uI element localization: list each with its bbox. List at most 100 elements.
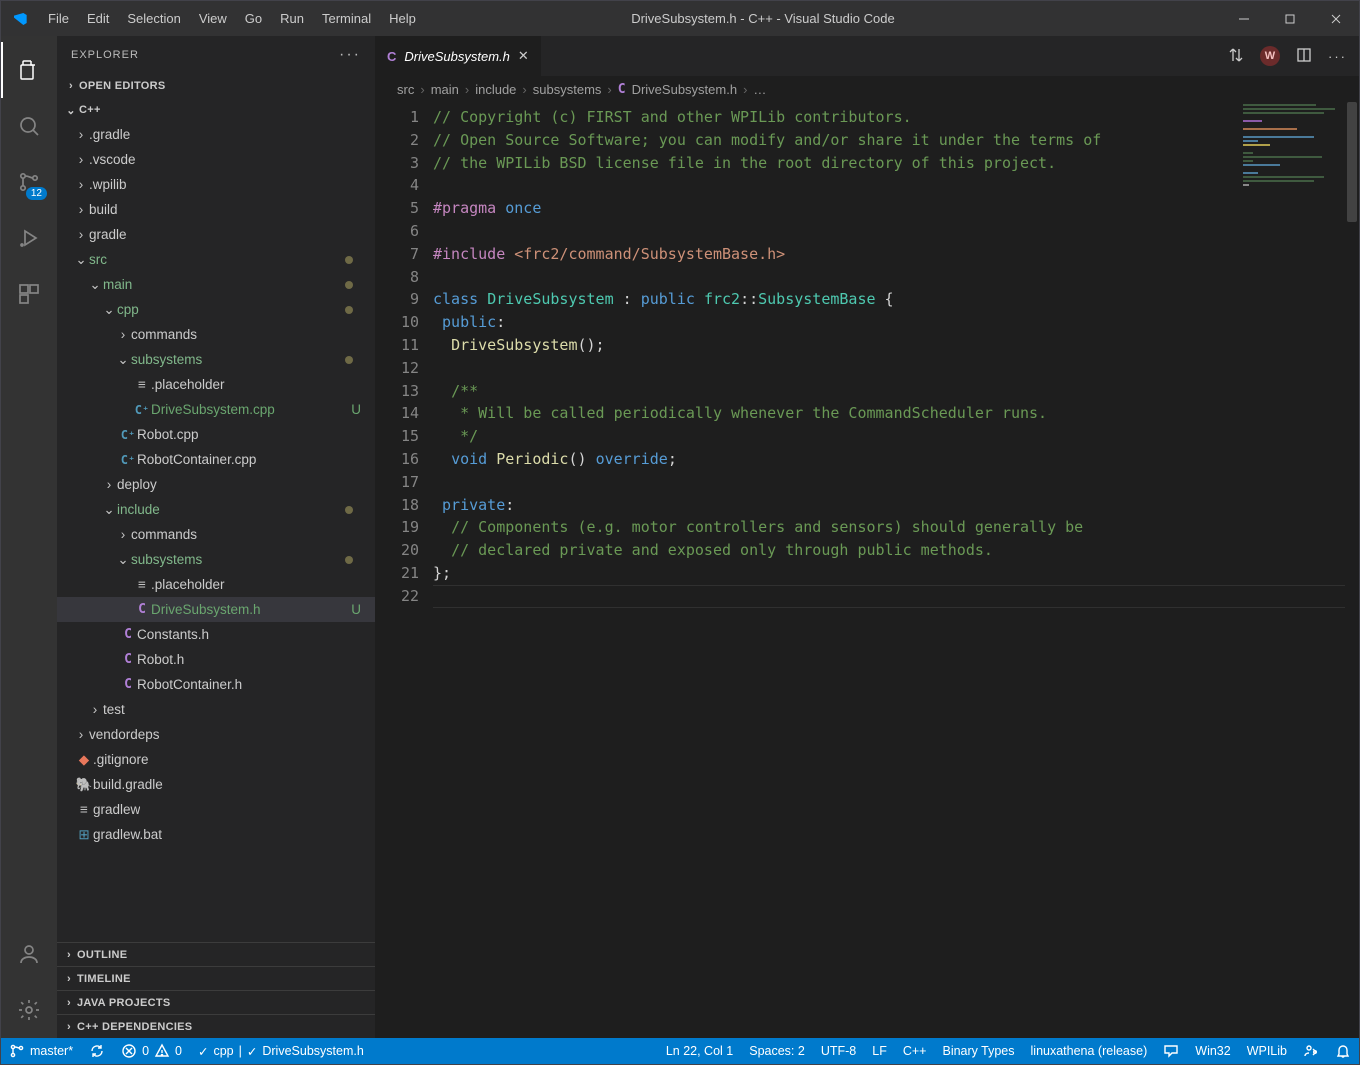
- compare-changes-icon[interactable]: [1228, 47, 1244, 66]
- menu-go[interactable]: Go: [236, 1, 271, 36]
- status-branch[interactable]: master*: [1, 1038, 81, 1064]
- activity-explorer[interactable]: [1, 42, 57, 98]
- status-sync[interactable]: [81, 1038, 113, 1064]
- tree-file-robotcontainer-cpp[interactable]: C⁺RobotContainer.cpp: [57, 447, 375, 472]
- status-eol[interactable]: LF: [864, 1038, 895, 1064]
- breadcrumb-item[interactable]: DriveSubsystem.h: [632, 82, 737, 97]
- tree-folder-vendordeps[interactable]: ›vendordeps: [57, 722, 375, 747]
- c-file-icon: C: [119, 677, 137, 692]
- errors-count: 0: [142, 1044, 149, 1058]
- status-language[interactable]: C++: [895, 1038, 935, 1064]
- tree-file-constants-h[interactable]: CConstants.h: [57, 622, 375, 647]
- explorer-more-icon[interactable]: ···: [339, 46, 361, 64]
- status-platform[interactable]: Win32: [1187, 1038, 1238, 1064]
- status-notifications[interactable]: [1327, 1038, 1359, 1064]
- java-label: JAVA PROJECTS: [77, 997, 171, 1009]
- tree-folder-subsystems[interactable]: ⌄subsystems: [57, 347, 375, 372]
- open-editors-section[interactable]: › OPEN EDITORS: [57, 74, 375, 98]
- status-lncol[interactable]: Ln 22, Col 1: [658, 1038, 741, 1064]
- tree-folder-main[interactable]: ⌄main: [57, 272, 375, 297]
- tree-file-gradlewbat[interactable]: ⊞gradlew.bat: [57, 822, 375, 847]
- menu-edit[interactable]: Edit: [78, 1, 118, 36]
- tree-file-drive-cpp[interactable]: C⁺DriveSubsystem.cppU: [57, 397, 375, 422]
- more-actions-icon[interactable]: ···: [1328, 49, 1347, 64]
- status-problems[interactable]: 0 0: [113, 1038, 190, 1064]
- tab-active[interactable]: C DriveSubsystem.h ✕: [375, 36, 542, 76]
- activity-settings[interactable]: [1, 982, 57, 1038]
- tree-folder-test[interactable]: ›test: [57, 697, 375, 722]
- minimap[interactable]: [1239, 102, 1343, 1038]
- status-wpilib[interactable]: WPILib: [1239, 1038, 1295, 1064]
- tree-label: main: [103, 277, 132, 292]
- tab-filename: DriveSubsystem.h: [404, 49, 509, 64]
- tree-file-buildgradle[interactable]: 🐘build.gradle: [57, 772, 375, 797]
- tree-folder[interactable]: ›gradle: [57, 222, 375, 247]
- menu-help[interactable]: Help: [380, 1, 425, 36]
- tree-label: .gitignore: [93, 752, 149, 767]
- breadcrumb-item[interactable]: src: [397, 82, 414, 97]
- tree-file-robot-h[interactable]: CRobot.h: [57, 647, 375, 672]
- vertical-scrollbar[interactable]: [1345, 102, 1359, 1038]
- activity-accounts[interactable]: [1, 926, 57, 982]
- wpilib-badge-icon[interactable]: W: [1260, 46, 1280, 66]
- breadcrumb-item[interactable]: include: [475, 82, 516, 97]
- project-section[interactable]: ⌄ C++: [57, 98, 375, 122]
- tree-file-placeholder2[interactable]: ≡.placeholder: [57, 572, 375, 597]
- tree-folder-commands2[interactable]: ›commands: [57, 522, 375, 547]
- tree-folder[interactable]: ›.vscode: [57, 147, 375, 172]
- tree-folder-deploy[interactable]: ›deploy: [57, 472, 375, 497]
- breadcrumbs[interactable]: src› main› include› subsystems› C DriveS…: [375, 76, 1359, 102]
- menu-file[interactable]: File: [39, 1, 78, 36]
- close-icon[interactable]: ✕: [518, 48, 529, 64]
- activity-extensions[interactable]: [1, 266, 57, 322]
- menu-run[interactable]: Run: [271, 1, 313, 36]
- tree-folder-src[interactable]: ⌄src: [57, 247, 375, 272]
- tree-folder[interactable]: ›.gradle: [57, 122, 375, 147]
- timeline-section[interactable]: ›TIMELINE: [57, 966, 375, 990]
- tree-folder-cpp[interactable]: ⌄cpp: [57, 297, 375, 322]
- tree-file-gitignore[interactable]: ◆.gitignore: [57, 747, 375, 772]
- status-language-check[interactable]: ✓ cpp | ✓ DriveSubsystem.h: [190, 1038, 372, 1064]
- line-number-gutter: 12345678910111213141516171819202122: [375, 102, 433, 1038]
- close-button[interactable]: [1313, 1, 1359, 36]
- status-live-share[interactable]: [1295, 1038, 1327, 1064]
- tree-file-placeholder[interactable]: ≡.placeholder: [57, 372, 375, 397]
- breadcrumb-item[interactable]: main: [431, 82, 459, 97]
- window-title: DriveSubsystem.h - C++ - Visual Studio C…: [425, 11, 1221, 26]
- tree-folder-commands[interactable]: ›commands: [57, 322, 375, 347]
- status-target[interactable]: linuxathena (release): [1023, 1038, 1156, 1064]
- code-area[interactable]: // Copyright (c) FIRST and other WPILib …: [433, 102, 1359, 1038]
- tree-file-robotcontainer-h[interactable]: CRobotContainer.h: [57, 672, 375, 697]
- breadcrumb-item[interactable]: …: [753, 82, 766, 97]
- tree-label: Constants.h: [137, 627, 209, 642]
- split-editor-icon[interactable]: [1296, 47, 1312, 66]
- menu-view[interactable]: View: [190, 1, 236, 36]
- activity-source-control[interactable]: 12: [1, 154, 57, 210]
- tree-folder-include[interactable]: ⌄include: [57, 497, 375, 522]
- status-feedback[interactable]: [1155, 1038, 1187, 1064]
- java-projects-section[interactable]: ›JAVA PROJECTS: [57, 990, 375, 1014]
- menu-terminal[interactable]: Terminal: [313, 1, 380, 36]
- minimize-button[interactable]: [1221, 1, 1267, 36]
- outline-section[interactable]: ›OUTLINE: [57, 942, 375, 966]
- menu-selection[interactable]: Selection: [118, 1, 189, 36]
- maximize-button[interactable]: [1267, 1, 1313, 36]
- c-file-icon: C: [387, 49, 396, 64]
- scrollbar-thumb[interactable]: [1347, 102, 1357, 222]
- status-encoding[interactable]: UTF-8: [813, 1038, 864, 1064]
- tree-file-robot-cpp[interactable]: C⁺Robot.cpp: [57, 422, 375, 447]
- editor-body[interactable]: 12345678910111213141516171819202122 // C…: [375, 102, 1359, 1038]
- lang-check-label: cpp: [213, 1044, 233, 1058]
- cpp-deps-section[interactable]: ›C++ DEPENDENCIES: [57, 1014, 375, 1038]
- tree-file-drive-h[interactable]: CDriveSubsystem.hU: [57, 597, 375, 622]
- tree-folder[interactable]: ›.wpilib: [57, 172, 375, 197]
- activity-search[interactable]: [1, 98, 57, 154]
- tree-file-gradlew[interactable]: ≡gradlew: [57, 797, 375, 822]
- tree-label: commands: [131, 527, 197, 542]
- activity-run-debug[interactable]: [1, 210, 57, 266]
- breadcrumb-item[interactable]: subsystems: [533, 82, 602, 97]
- status-binary-types[interactable]: Binary Types: [934, 1038, 1022, 1064]
- tree-folder[interactable]: ›build: [57, 197, 375, 222]
- status-spaces[interactable]: Spaces: 2: [741, 1038, 813, 1064]
- tree-folder-subsystems2[interactable]: ⌄subsystems: [57, 547, 375, 572]
